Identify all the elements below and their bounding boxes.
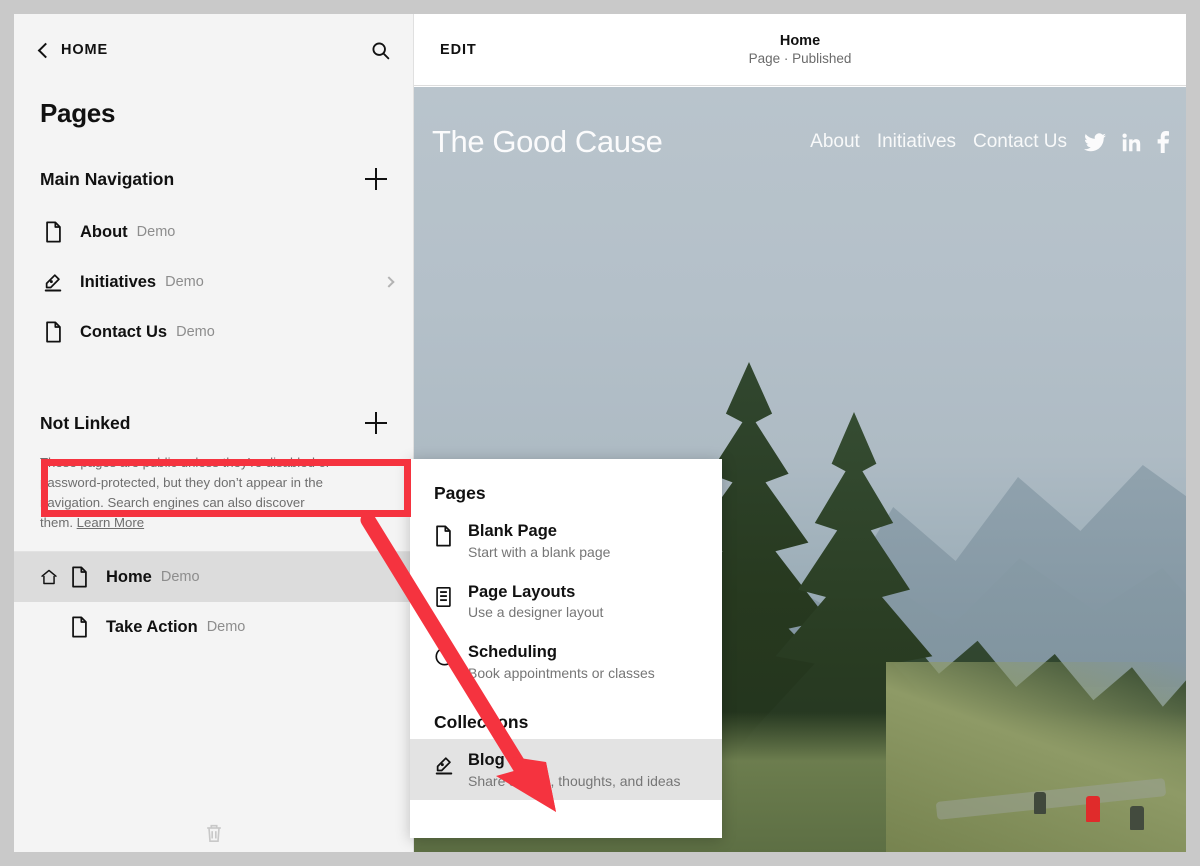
page-row-label: Initiatives <box>80 273 156 292</box>
layout-icon <box>434 582 468 608</box>
facebook-icon[interactable] <box>1157 131 1170 153</box>
dropdown-item-blog[interactable]: Blog Share stories, thoughts, and ideas <box>410 739 722 800</box>
dropdown-item-description: Book appointments or classes <box>468 665 655 681</box>
app-window: HOME Pages Main Navigation <box>14 14 1186 852</box>
page-row-label: Contact Us <box>80 323 167 342</box>
page-row-label: About <box>80 223 128 242</box>
chevron-left-icon <box>38 42 54 58</box>
dropdown-item-description: Start with a blank page <box>468 544 610 560</box>
dropdown-item-title: Blog <box>468 750 680 771</box>
site-brand-title[interactable]: The Good Cause <box>432 124 663 160</box>
group-title: Not Linked <box>40 413 130 434</box>
page-icon <box>40 221 66 243</box>
learn-more-link[interactable]: Learn More <box>77 515 144 530</box>
site-social-icons <box>1084 131 1176 153</box>
sidebar-page-row-contact-us[interactable]: Contact Us Demo <box>14 307 413 357</box>
screenshot-root: HOME Pages Main Navigation <box>0 0 1200 866</box>
dropdown-item-title: Scheduling <box>468 642 655 663</box>
dropdown-item-title: Blank Page <box>468 521 610 542</box>
site-nav-links: About Initiatives Contact Us <box>810 131 1186 153</box>
page-row-badge: Demo <box>165 274 204 290</box>
twitter-icon[interactable] <box>1084 133 1106 152</box>
blog-quill-icon <box>40 271 66 293</box>
chevron-right-icon[interactable] <box>383 276 394 287</box>
dropdown-section-heading-pages: Pages <box>410 459 722 510</box>
person-figure <box>1130 806 1144 830</box>
dropdown-item-blank-page[interactable]: Blank Page Start with a blank page <box>410 510 722 571</box>
person-figure <box>1034 792 1046 814</box>
linkedin-icon[interactable] <box>1122 133 1141 152</box>
preview-title-block: Home Page · Published <box>414 33 1186 66</box>
page-row-badge: Demo <box>137 224 176 240</box>
sidebar-page-row-about[interactable]: About Demo <box>14 207 413 257</box>
site-nav-link-initiatives[interactable]: Initiatives <box>877 131 956 153</box>
preview-header: EDIT Home Page · Published <box>414 14 1186 86</box>
page-title: Pages <box>14 86 413 129</box>
dropdown-item-title: Page Layouts <box>468 582 603 603</box>
page-row-label: Home <box>106 568 152 587</box>
sidebar-header: HOME <box>14 14 413 86</box>
add-page-button-not-linked[interactable] <box>365 412 387 434</box>
page-icon <box>66 566 92 588</box>
preview-page-title: Home <box>414 33 1186 49</box>
page-row-label: Take Action <box>106 618 198 637</box>
dropdown-item-description: Share stories, thoughts, and ideas <box>468 773 680 789</box>
page-row-badge: Demo <box>176 324 215 340</box>
page-row-badge: Demo <box>207 619 246 635</box>
page-icon <box>66 616 92 638</box>
page-icon <box>434 521 468 547</box>
site-nav-link-contact-us[interactable]: Contact Us <box>973 131 1067 153</box>
site-nav-link-about[interactable]: About <box>810 131 860 153</box>
site-navigation-bar: The Good Cause About Initiatives Contact… <box>414 87 1186 197</box>
preview-page-status: Page · Published <box>414 51 1186 66</box>
sidebar-page-row-initiatives[interactable]: Initiatives Demo <box>14 257 413 307</box>
trash-icon[interactable] <box>14 822 414 844</box>
back-to-home-button[interactable]: HOME <box>40 42 108 58</box>
person-figure-red <box>1086 796 1100 822</box>
blog-quill-icon <box>434 750 468 776</box>
group-title: Main Navigation <box>40 169 174 190</box>
group-header-not-linked: Not Linked <box>14 395 413 451</box>
pages-sidebar: HOME Pages Main Navigation <box>14 14 414 852</box>
dropdown-item-page-layouts[interactable]: Page Layouts Use a designer layout <box>410 571 722 632</box>
add-page-dropdown: Pages Blank Page Start with a blank page <box>410 459 722 838</box>
page-row-badge: Demo <box>161 569 200 585</box>
home-indicator-icon <box>40 568 66 586</box>
sidebar-page-row-take-action[interactable]: Take Action Demo <box>14 602 413 652</box>
add-page-button-main-navigation[interactable] <box>365 168 387 190</box>
group-header-main-navigation: Main Navigation <box>14 151 413 207</box>
back-button-label: HOME <box>61 42 108 58</box>
search-icon[interactable] <box>370 40 391 61</box>
dropdown-section-heading-collections: Collections <box>410 692 722 739</box>
clock-icon <box>434 642 468 667</box>
dropdown-item-description: Use a designer layout <box>468 604 603 620</box>
dropdown-item-scheduling[interactable]: Scheduling Book appointments or classes <box>410 631 722 692</box>
not-linked-description: These pages are public unless they’re di… <box>14 451 364 533</box>
page-icon <box>40 321 66 343</box>
sidebar-page-row-home[interactable]: Home Demo <box>14 552 413 602</box>
